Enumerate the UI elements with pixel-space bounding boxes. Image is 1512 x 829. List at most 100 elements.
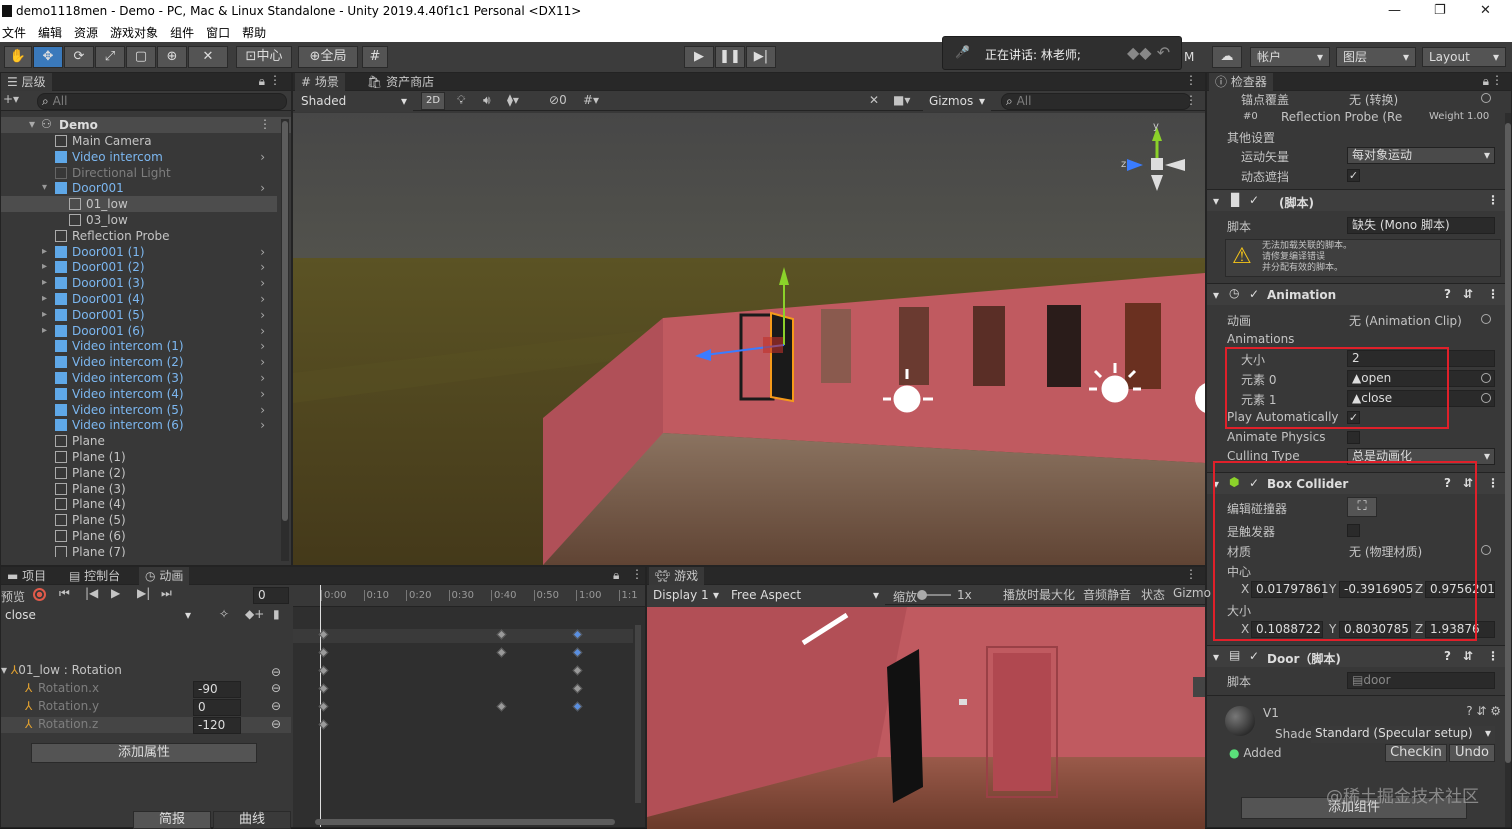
foldout-icon[interactable]: ▸ bbox=[42, 291, 47, 307]
chevron-right-icon[interactable]: › bbox=[260, 386, 265, 402]
hierarchy-item[interactable]: 01_low bbox=[1, 196, 277, 213]
camera-icon[interactable]: ■▾ bbox=[893, 93, 910, 107]
property-remove-icon[interactable]: ⊖ bbox=[271, 665, 281, 679]
anchor-override-value[interactable]: 无 (转换) bbox=[1349, 91, 1398, 108]
component-menu-icon[interactable]: ⋮ bbox=[1487, 287, 1499, 301]
maximize-button[interactable]: ❐ bbox=[1434, 3, 1446, 18]
pause-button[interactable]: ❚❚ bbox=[715, 46, 745, 68]
hierarchy-item[interactable]: ▸ Door001 (3) › bbox=[1, 275, 277, 291]
frame-input[interactable]: 0 bbox=[253, 587, 289, 604]
hidden-objects-icon[interactable]: ⊘0 bbox=[549, 93, 567, 107]
keyframe-marker[interactable] bbox=[572, 683, 583, 694]
keyframe-marker[interactable] bbox=[496, 701, 507, 712]
hand-tool-button[interactable]: ✋ bbox=[4, 46, 32, 68]
component-menu-icon[interactable]: ⋮ bbox=[1487, 649, 1499, 663]
dopesheet-area[interactable]: 0:00 0:10 0:20 0:30 0:40 0:50 1:00 1:1 bbox=[293, 585, 645, 827]
keyframe-marker[interactable] bbox=[572, 647, 583, 658]
animation-component-header[interactable]: ▾ ◷ ✓ Animation? ⇵ ⋮ bbox=[1207, 283, 1507, 305]
create-plus-button[interactable]: +▾ bbox=[3, 92, 19, 106]
2d-toggle[interactable]: 2D bbox=[421, 92, 445, 110]
account-dropdown[interactable]: 帐户 bbox=[1250, 47, 1330, 67]
foldout-icon[interactable]: ▸ bbox=[42, 307, 47, 323]
chevron-right-icon[interactable]: › bbox=[260, 370, 265, 386]
game-viewport[interactable] bbox=[647, 607, 1205, 829]
chevron-right-icon[interactable]: › bbox=[260, 275, 265, 291]
shader-dropdown[interactable]: Standard (Specular setup) ▾ bbox=[1311, 726, 1495, 743]
tab-scene[interactable]: # 场景 bbox=[295, 73, 345, 91]
hierarchy-item[interactable]: ▾ Door001 › bbox=[1, 180, 277, 196]
chevron-right-icon[interactable]: › bbox=[260, 259, 265, 275]
hierarchy-item[interactable]: Video intercom (2) › bbox=[1, 354, 277, 370]
audio-toggle-icon[interactable]: 🔊︎ bbox=[483, 93, 491, 108]
hierarchy-item[interactable]: Video intercom (5) › bbox=[1, 402, 277, 418]
hierarchy-item[interactable]: Video intercom (1) › bbox=[1, 338, 277, 354]
property-remove-icon[interactable]: ⊖ bbox=[271, 699, 281, 713]
motion-vectors-dropdown[interactable]: 每对象运动 ▾ bbox=[1347, 147, 1495, 164]
grid-toggle-icon[interactable]: #▾ bbox=[583, 93, 599, 107]
menu-gameobject[interactable]: 游戏对象 bbox=[110, 24, 158, 42]
add-event-icon[interactable]: ◆+ bbox=[245, 607, 264, 621]
play-anim-icon[interactable]: ▶ bbox=[111, 586, 120, 600]
hierarchy-item[interactable]: Plane (4) bbox=[1, 496, 277, 512]
move-tool-button[interactable]: ✥ bbox=[33, 46, 63, 68]
object-picker-icon[interactable] bbox=[1481, 373, 1491, 383]
scene-search-input[interactable]: ⌕ All bbox=[1001, 93, 1191, 110]
voice-controls-icon[interactable]: ◆◆ ↶ bbox=[1127, 43, 1170, 62]
panel-menu-icon[interactable]: ⋮ bbox=[631, 567, 643, 581]
anim-property-row[interactable]: ⅄ Rotation.x -90 ⊖ bbox=[1, 681, 291, 698]
scene-menu-icon[interactable]: ⋮ bbox=[259, 117, 271, 131]
hierarchy-item[interactable]: Video intercom › bbox=[1, 149, 277, 165]
maximize-on-play-toggle[interactable]: 播放时最大化 bbox=[1003, 586, 1075, 603]
anim-property-row[interactable]: ⅄ Rotation.z -120 ⊖ bbox=[1, 717, 291, 734]
help-icon[interactable]: ? bbox=[1444, 649, 1451, 663]
keyframe-marker[interactable] bbox=[496, 629, 507, 640]
first-key-icon[interactable]: ⏮ bbox=[59, 586, 70, 601]
enabled-checkbox[interactable]: ✓ bbox=[1249, 649, 1259, 663]
gizmos-dropdown[interactable]: Gizmos bbox=[923, 92, 991, 112]
hierarchy-item[interactable]: Main Camera bbox=[1, 133, 277, 149]
hierarchy-item[interactable]: Video intercom (4) › bbox=[1, 386, 277, 402]
menu-file[interactable]: 文件 bbox=[2, 24, 26, 42]
chevron-right-icon[interactable]: › bbox=[260, 180, 265, 196]
hierarchy-item[interactable]: ▸ Door001 (1) › bbox=[1, 244, 277, 260]
property-remove-icon[interactable]: ⊖ bbox=[271, 681, 281, 695]
tab-inspector[interactable]: ⓘ 检查器 bbox=[1209, 73, 1273, 91]
lock-icon[interactable]: 🔒︎ bbox=[613, 568, 619, 583]
hierarchy-item[interactable]: Plane (6) bbox=[1, 528, 277, 544]
chevron-right-icon[interactable]: › bbox=[260, 417, 265, 433]
hierarchy-item[interactable]: Plane (7) bbox=[1, 544, 277, 557]
material-icons[interactable]: ? ⇵ ⚙ bbox=[1466, 704, 1501, 718]
scene-root-row[interactable]: ▾ ⚇ Demo ⋮ bbox=[1, 117, 291, 133]
menu-help[interactable]: 帮助 bbox=[242, 24, 266, 42]
animations-foldout[interactable]: Animations bbox=[1227, 332, 1294, 346]
anim-clip-value[interactable]: 无 (Animation Clip) bbox=[1349, 312, 1462, 329]
close-button[interactable]: ✕ bbox=[1480, 3, 1491, 18]
anim-property-value[interactable]: 0 bbox=[193, 699, 241, 716]
panel-menu-icon[interactable]: ⋮ bbox=[269, 73, 281, 87]
global-toggle[interactable]: ⊕全局 bbox=[298, 46, 358, 68]
layout-dropdown[interactable]: Layout bbox=[1422, 47, 1506, 67]
rect-tool-button[interactable]: ▢ bbox=[126, 46, 156, 68]
hierarchy-tab[interactable]: ☰ 层级 bbox=[1, 73, 52, 91]
timeline-hscrollbar[interactable] bbox=[315, 819, 615, 825]
panel-menu-icon[interactable]: ⋮ bbox=[1185, 93, 1197, 107]
component-menu-icon[interactable]: ⋮ bbox=[1487, 476, 1499, 490]
minimize-button[interactable]: — bbox=[1388, 3, 1401, 18]
foldout-icon[interactable]: ▸ bbox=[42, 323, 47, 339]
hierarchy-item[interactable]: ▸ Door001 (5) › bbox=[1, 307, 277, 323]
tab-project[interactable]: ▬ 项目 bbox=[1, 567, 52, 585]
dopesheet-scrollbar[interactable] bbox=[635, 625, 641, 803]
tools-icon[interactable]: ✕ bbox=[869, 93, 879, 107]
tab-animation[interactable]: ◷ 动画 bbox=[139, 567, 190, 585]
curves-tab[interactable]: 曲线 bbox=[213, 811, 291, 829]
add-keyframe-icon[interactable]: ✧ bbox=[219, 607, 229, 621]
chevron-right-icon[interactable]: › bbox=[260, 402, 265, 418]
menu-window[interactable]: 窗口 bbox=[206, 24, 230, 42]
object-picker-icon[interactable] bbox=[1481, 393, 1491, 403]
layers-dropdown[interactable]: 图层 bbox=[1336, 47, 1416, 67]
chevron-right-icon[interactable]: › bbox=[260, 291, 265, 307]
enabled-checkbox[interactable]: ✓ bbox=[1249, 287, 1259, 301]
hierarchy-item[interactable]: Plane (1) bbox=[1, 449, 277, 465]
effects-toggle-icon[interactable]: ⧫▾ bbox=[507, 93, 519, 107]
step-button[interactable]: ▶| bbox=[746, 46, 776, 68]
